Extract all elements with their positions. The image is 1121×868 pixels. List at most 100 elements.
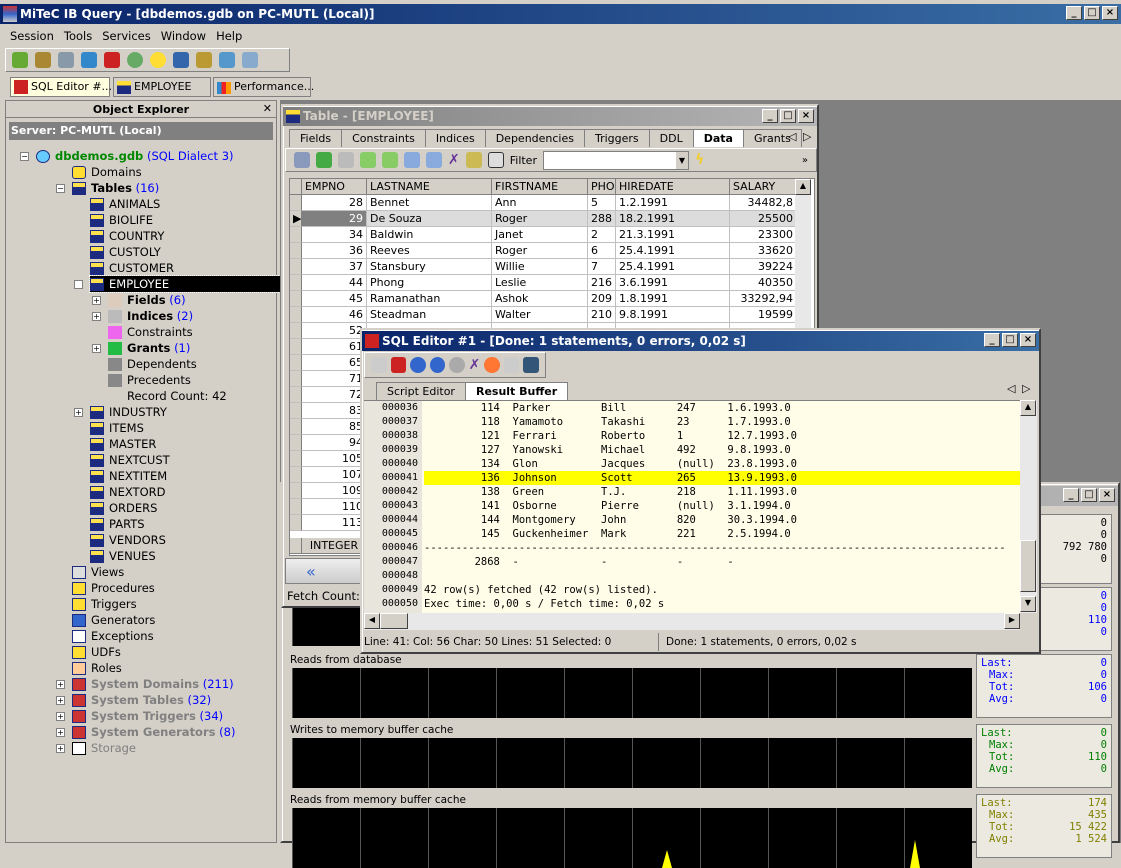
disconnect-icon[interactable] [35, 52, 51, 68]
tab-indices[interactable]: Indices [424, 129, 486, 147]
tree-tables[interactable]: − Tables (16) [56, 180, 159, 196]
tree-item[interactable]: BIOLIFE [90, 212, 153, 228]
tab-data[interactable]: Data [692, 129, 744, 147]
result-line[interactable]: ----------------------------------------… [424, 541, 1020, 555]
grid-cell[interactable]: Roger [492, 243, 588, 259]
result-line[interactable]: 114 Parker Bill 247 1.6.1993.0 [424, 401, 1020, 415]
grid-cell[interactable]: Stansbury [367, 259, 492, 275]
grid-cell[interactable]: 33620 [730, 243, 797, 259]
row-indicator[interactable] [290, 227, 302, 243]
grid-cell[interactable]: 44 [302, 275, 367, 291]
scroll-up-icon[interactable]: ▲ [1020, 400, 1036, 416]
expand-icon[interactable]: + [92, 344, 101, 353]
row-indicator[interactable] [290, 435, 302, 451]
bell-icon[interactable] [150, 52, 166, 68]
result-line[interactable]: 118 Yamamoto Takashi 23 1.7.1993.0 [424, 415, 1020, 429]
grid-cell[interactable]: Phong [367, 275, 492, 291]
tree-item[interactable]: + INDUSTRY [74, 404, 167, 420]
row-indicator[interactable] [290, 499, 302, 515]
windows-icon[interactable] [219, 52, 235, 68]
sql-editor-icon[interactable] [104, 52, 120, 68]
grid-cell[interactable]: 71 [302, 371, 367, 387]
grid-cell[interactable]: 37 [302, 259, 367, 275]
expand-icon[interactable]: + [56, 712, 65, 721]
tree-item[interactable]: + Fields (6) [92, 292, 186, 308]
minimize-button[interactable]: _ [1066, 6, 1082, 20]
tree-database[interactable]: − dbdemos.gdb (SQL Dialect 3) [20, 148, 234, 164]
add-record-icon[interactable] [426, 152, 442, 168]
maximize-button[interactable]: □ [1002, 333, 1018, 347]
tree-item[interactable]: + System Generators (8) [56, 724, 235, 740]
row-indicator[interactable] [290, 339, 302, 355]
tree-item[interactable]: MASTER [90, 436, 156, 452]
grid-cell[interactable]: Willie [492, 259, 588, 275]
result-buffer[interactable]: 000036 114 Parker Bill 247 1.6.1993.0 000… [364, 400, 1020, 613]
tree-item[interactable]: Triggers [72, 596, 137, 612]
properties-icon[interactable] [58, 52, 74, 68]
grid-cell[interactable]: Steadman [367, 307, 492, 323]
result-line[interactable]: 127 Yanowski Michael 492 9.8.1993.0 [424, 443, 1020, 457]
grid-cell[interactable]: Bennet [367, 195, 492, 211]
scroll-up-icon[interactable]: ▲ [795, 179, 811, 195]
print-icon[interactable] [465, 152, 482, 168]
highlighted-result-line[interactable]: 136 Johnson Scott 265 13.9.1993.0 [424, 471, 1020, 485]
grid-cell[interactable]: 33292,94 [730, 291, 797, 307]
result-line[interactable]: 2868 - - - - [424, 555, 1020, 569]
row-indicator[interactable] [290, 195, 302, 211]
table-row[interactable]: 36 Reeves Roger 6 25.4.1991 33620 [290, 243, 802, 259]
table-row[interactable]: 46 Steadman Walter 210 9.8.1991 19599 [290, 307, 802, 323]
row-indicator[interactable] [290, 419, 302, 435]
result-line[interactable] [424, 569, 1020, 583]
grid-cell[interactable]: 94 [302, 435, 367, 451]
close-button[interactable]: × [1099, 488, 1115, 502]
tree-item[interactable]: Exceptions [72, 628, 154, 644]
maximize-button[interactable]: □ [1081, 488, 1097, 502]
tree-item[interactable]: PARTS [90, 516, 145, 532]
column-header[interactable]: PHOI [588, 179, 616, 195]
result-hscrollbar[interactable]: ◀ ▶ [364, 613, 1020, 630]
grid-cell[interactable]: 25.4.1991 [616, 243, 730, 259]
table-row[interactable]: 28 Bennet Ann 5 1.2.1991 34482,8 [290, 195, 802, 211]
grid-cell[interactable]: 2 [588, 227, 616, 243]
grid-cell[interactable]: 40350 [730, 275, 797, 291]
tree-item[interactable]: CUSTOLY [90, 244, 161, 260]
tree-item[interactable]: + System Tables (32) [56, 692, 211, 708]
collapse-icon[interactable]: − [74, 280, 83, 289]
row-indicator[interactable] [290, 371, 302, 387]
grid-cell[interactable]: 23300 [730, 227, 797, 243]
tree-item[interactable]: + Storage [56, 740, 136, 756]
close-button[interactable]: × [798, 109, 814, 123]
expand-icon[interactable]: + [56, 680, 65, 689]
tree-item[interactable]: + Indices (2) [92, 308, 193, 324]
filter-input[interactable]: ▼ [542, 150, 689, 170]
row-indicator[interactable] [290, 307, 302, 323]
close-button[interactable]: × [1020, 333, 1036, 347]
tab-triggers[interactable]: Triggers [584, 129, 650, 147]
menu-session[interactable]: Session [10, 29, 54, 43]
tab-scroll-right-icon[interactable]: ▷ [1022, 382, 1030, 395]
grid-cell[interactable]: 105 [302, 451, 367, 467]
result-line[interactable]: 141 Osborne Pierre (null) 3.1.1994.0 [424, 499, 1020, 513]
grid-cell[interactable]: Ramanathan [367, 291, 492, 307]
step-icon[interactable] [429, 357, 446, 373]
tab-ddl[interactable]: DDL [648, 129, 694, 147]
scroll-down-icon[interactable]: ▼ [1020, 596, 1036, 612]
table-row[interactable]: 37 Stansbury Willie 7 25.4.1991 39224 [290, 259, 802, 275]
grid-cell[interactable]: 52 [302, 323, 367, 339]
row-indicator[interactable] [290, 323, 302, 339]
hscroll-thumb[interactable] [380, 613, 408, 629]
result-line[interactable]: 134 Glon Jacques (null) 23.8.1993.0 [424, 457, 1020, 471]
result-line[interactable]: Exec time: 0,00 s / Fetch time: 0,02 s [424, 597, 1020, 611]
grid-cell[interactable]: Ashok [492, 291, 588, 307]
expand-icon[interactable]: + [56, 744, 65, 753]
copy-icon[interactable] [404, 152, 420, 168]
grid-cell[interactable]: 83 [302, 403, 367, 419]
grid-cell[interactable]: 34482,8 [730, 195, 797, 211]
row-indicator[interactable] [290, 179, 302, 195]
expand-icon[interactable]: + [56, 696, 65, 705]
tab-fields[interactable]: Fields [289, 129, 343, 147]
grid-cell[interactable]: Roger [492, 211, 588, 227]
column-header[interactable]: EMPNO [302, 179, 367, 195]
rollback-icon[interactable]: ✗ [469, 357, 481, 373]
expand-icon[interactable]: + [92, 296, 101, 305]
